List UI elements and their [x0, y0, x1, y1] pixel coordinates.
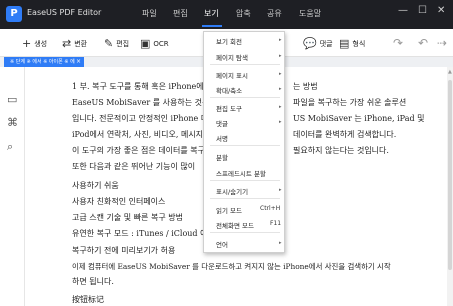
menu-share[interactable]: 공유: [267, 8, 282, 19]
edit-label: 편집: [116, 39, 130, 48]
menu-help[interactable]: 도움말: [299, 8, 321, 19]
create-label: 생성: [34, 39, 48, 48]
comment-icon: 💬: [303, 37, 317, 50]
menu-item-split[interactable]: 분할: [216, 152, 228, 162]
doc-line-1: 1 부. 복구 도구를 통해 혹은 iPhone에: [72, 82, 204, 91]
doc-line-10: 유연한 복구 모드 : iTunes / iCloud 에서: [72, 229, 215, 238]
doc-line-3: 입니다. 전문적이고 안정적인 iPhone 데이터: [72, 114, 223, 123]
menu-item-signature[interactable]: 서명: [216, 133, 228, 143]
menu-compress[interactable]: 압축: [236, 8, 251, 19]
document-tab-label: ※ 단계 ※ 에서 ※ 아이폰 ※ 에: [10, 59, 75, 65]
undo-icon[interactable]: ↶: [418, 36, 428, 50]
fullscreen-shortcut: F11: [270, 220, 282, 227]
menu-separator: [210, 64, 280, 65]
scroll-up-icon[interactable]: ▲: [448, 69, 452, 75]
submenu-arrow-icon: ▸: [279, 71, 282, 77]
maximize-button[interactable]: ☐: [418, 5, 427, 16]
doc-line-5: 이 도구의 가장 좋은 점은 데이터를 복구: [72, 146, 206, 155]
doc-fragment-4: 데이터를 완벽하게 검색합니다.: [293, 130, 397, 139]
ocr-button[interactable]: ▣ OCR: [140, 37, 169, 50]
menu-item-read-mode[interactable]: 읽기 모드: [216, 205, 242, 215]
read-mode-shortcut: Ctrl+H: [260, 205, 281, 212]
submenu-arrow-icon: ▸: [279, 104, 282, 110]
menu-separator: [210, 97, 280, 98]
ocr-icon: ▣: [140, 37, 151, 50]
submenu-arrow-icon: ▸: [279, 187, 282, 193]
menu-item-edit-tools[interactable]: 편집 도구: [216, 103, 242, 113]
app-title: EaseUS PDF Editor: [27, 8, 102, 17]
app-logo-icon: P: [6, 6, 22, 22]
menu-view[interactable]: 보기: [204, 8, 219, 19]
doc-line-12: 이제 컴퓨터에 EaseUS MobiSaver 를 다운로드하고 켜지지 않는…: [72, 262, 391, 271]
menu-file[interactable]: 파일: [142, 8, 157, 19]
doc-line-11: 복구하기 전에 미리보기가 허용: [72, 246, 176, 255]
submenu-arrow-icon: ▸: [279, 53, 282, 59]
doc-line-13: 하면 됩니다.: [72, 277, 114, 286]
menu-item-page-display[interactable]: 페이지 표시: [216, 70, 248, 80]
ocr-label: OCR: [153, 39, 169, 48]
page-thumbnail-icon[interactable]: ▭: [7, 93, 17, 106]
form-label: 형식: [352, 39, 366, 48]
submenu-arrow-icon: ▸: [279, 240, 282, 246]
doc-line-7: 사용하기 쉬움: [72, 181, 119, 190]
doc-line-14: 按钮标记: [72, 295, 104, 304]
menu-separator: [210, 232, 280, 233]
menu-edit[interactable]: 편집: [173, 8, 188, 19]
plus-icon: +: [22, 37, 32, 50]
menu-item-show-hide[interactable]: 표시/숨기기: [216, 186, 248, 196]
menu-item-language[interactable]: 언어: [216, 239, 228, 249]
edit-icon: ✎: [104, 37, 114, 50]
minimize-button[interactable]: —: [398, 5, 408, 16]
document-tab[interactable]: ※ 단계 ※ 에서 ※ 아이폰 ※ 에: [4, 57, 84, 67]
forward-icon[interactable]: ⇢: [437, 36, 447, 50]
create-button[interactable]: + 생성: [22, 37, 47, 50]
sidebar: ▭ ⌘ ⌕: [0, 67, 25, 306]
form-icon: ▤: [339, 37, 350, 50]
convert-icon: ⇄: [62, 37, 72, 50]
doc-fragment-3: US MobiSaver 는 iPhone, iPad 및: [293, 114, 425, 123]
close-window-button[interactable]: ✕: [437, 5, 445, 16]
menu-active-indicator: [202, 25, 222, 27]
menu-item-fullscreen-mode[interactable]: 전체화면 모드: [216, 220, 254, 230]
menu-item-zoom[interactable]: 확대/축소: [216, 85, 242, 95]
redo-icon[interactable]: ↷: [393, 36, 403, 50]
menu-item-rotate-view[interactable]: 보기 회전: [216, 36, 242, 46]
menu-separator: [210, 180, 280, 181]
doc-fragment-5: 필요하지 않는다는 것입니다.: [293, 146, 389, 155]
menu-item-comments[interactable]: 댓글: [216, 118, 228, 128]
menu-item-page-navigation[interactable]: 페이지 탐색: [216, 52, 248, 62]
submenu-arrow-icon: ▸: [279, 37, 282, 43]
form-button[interactable]: ▤ 형식: [339, 37, 365, 50]
convert-button[interactable]: ⇄ 변환: [62, 37, 87, 50]
scrollbar-thumb[interactable]: [448, 80, 452, 270]
doc-fragment-1: 는 방법: [293, 82, 318, 91]
submenu-arrow-icon: ▸: [279, 86, 282, 92]
menu-separator: [210, 145, 280, 146]
title-bar: P EaseUS PDF Editor 파일 편집 보기 압축 공유 도움말 —…: [0, 0, 453, 28]
bookmark-icon[interactable]: ⌘: [7, 116, 18, 129]
doc-line-9: 고급 스캔 기술 및 빠른 복구 방법: [72, 213, 183, 222]
convert-label: 변환: [74, 39, 88, 48]
search-icon[interactable]: ⌕: [7, 140, 13, 154]
comment-label: 댓글: [319, 39, 333, 48]
doc-line-8: 사용자 친화적인 인터페이스: [72, 197, 166, 206]
doc-fragment-2: 파일을 복구하는 가장 쉬운 솔루션: [293, 98, 407, 107]
doc-line-4: iPod에서 연락처, 사진, 비디오, 메시지: [72, 130, 204, 139]
doc-line-6: 또한 다음과 같은 뛰어난 기능이 많이: [72, 162, 196, 171]
tab-close-icon[interactable]: ×: [76, 57, 81, 67]
submenu-arrow-icon: ▸: [279, 119, 282, 125]
menu-separator: [210, 198, 280, 199]
comment-button[interactable]: 💬 댓글: [303, 37, 333, 50]
view-menu-dropdown: 보기 회전 ▸ 페이지 탐색 ▸ 페이지 표시 ▸ 확대/축소 ▸ 편집 도구 …: [203, 31, 285, 253]
edit-button[interactable]: ✎ 편집: [104, 37, 129, 50]
menu-item-spreadsheet-split[interactable]: 스프레드시트 분할: [216, 168, 266, 178]
